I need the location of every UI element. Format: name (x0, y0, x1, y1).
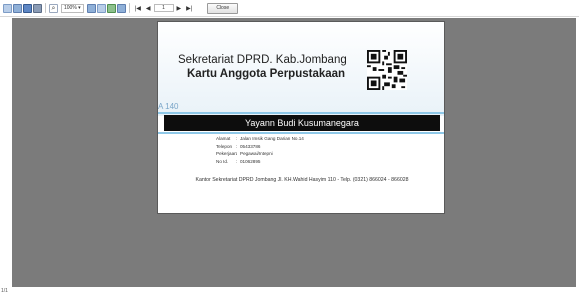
member-number: A 140 (158, 102, 179, 111)
previous-page-icon[interactable]: ◀ (146, 5, 151, 12)
detail-label: No Id. (216, 158, 229, 164)
report-viewer[interactable]: Sekretariat DPRD. Kab.Jombang Kartu Angg… (12, 18, 576, 287)
detail-value: 01062895 (240, 158, 261, 164)
print-setup-icon[interactable] (116, 3, 126, 13)
close-button[interactable]: Close (207, 2, 239, 14)
open-icon[interactable] (13, 3, 22, 13)
detail-row: Pekerjaan: Pegawai/Intepni (216, 151, 273, 156)
detail-row: Alamat: Jalan Imsik Gang Darian No.14 (216, 136, 304, 141)
organization-name: Sekretariat DPRD. Kab.Jombang (178, 54, 347, 66)
member-details: Alamat: Jalan Imsik Gang Darian No.14 Tel… (216, 135, 304, 165)
find-icon[interactable]: ⌕ (49, 3, 58, 13)
accent-line (158, 132, 444, 134)
first-page-icon[interactable]: |◀ (135, 5, 141, 12)
status-bar-page-indicator: 1/1 (1, 288, 8, 294)
detail-label: Telepon (216, 143, 233, 149)
export-icon[interactable] (96, 3, 106, 13)
detail-label: Alamat (216, 136, 231, 141)
toolbar-divider (45, 3, 46, 13)
detail-row: Telepon:05433786 (216, 143, 261, 149)
toolbar-divider (128, 3, 130, 13)
detail-row: No Id.:01062895 (216, 158, 261, 164)
detail-label: Pekerjaan (216, 151, 237, 156)
email-icon[interactable] (106, 3, 116, 13)
detail-value: Jalan Imsik Gang Darian No.14 (240, 136, 304, 141)
qr-code (367, 50, 407, 90)
new-document-icon[interactable] (3, 3, 12, 13)
report-page: Sekretariat DPRD. Kab.Jombang Kartu Angg… (157, 21, 445, 214)
detail-value: 05433786 (240, 143, 261, 149)
report-toolbar: ⌕ 100% ▾ |◀ ◀ 1 ▶ ▶| Close (0, 0, 579, 17)
save-icon[interactable] (23, 3, 32, 13)
next-page-icon[interactable]: ▶ (177, 5, 182, 12)
page-setup-icon[interactable] (86, 3, 96, 13)
page-number-input[interactable]: 1 (153, 4, 174, 12)
print-icon[interactable] (33, 3, 42, 13)
card-title: Kartu Anggota Perpustakaan (187, 68, 346, 80)
last-page-icon[interactable]: ▶| (186, 5, 192, 12)
card-footer: Kantor Sekretariat DPRD Jombang Jl. KH.W… (195, 177, 409, 183)
zoom-select[interactable]: 100% ▾ (61, 3, 84, 13)
detail-value: Pegawai/Intepni (240, 151, 273, 156)
accent-line (158, 112, 444, 114)
member-name: Yayann Budi Kusumanegara (164, 115, 440, 131)
